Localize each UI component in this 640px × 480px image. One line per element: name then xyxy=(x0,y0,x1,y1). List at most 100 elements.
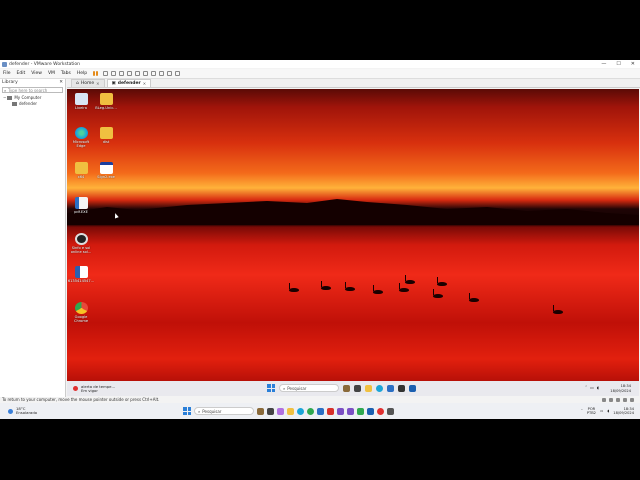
task-view-icon[interactable] xyxy=(354,384,361,392)
network-icon[interactable]: ▭ xyxy=(600,409,603,414)
desktop-icon-app[interactable]: Sinfo e sol online sol... xyxy=(70,233,92,254)
host-start-button[interactable] xyxy=(183,407,191,415)
weather-line-2: Em vigor xyxy=(81,387,98,393)
desktop-icon-bleg-folder[interactable]: BLeg-Unic... xyxy=(95,93,117,110)
revert-snapshot-icon[interactable] xyxy=(119,71,125,76)
close-tab-icon[interactable]: ✕ xyxy=(143,81,146,86)
desktop-icon-edge[interactable]: Microsoft Edge xyxy=(70,127,92,148)
vs-icon[interactable] xyxy=(347,407,354,415)
vm-tree: − My Computer defender xyxy=(0,95,65,107)
desktop-icon-sign2[interactable]: Sign2.exe xyxy=(95,162,117,179)
send-keys-icon[interactable] xyxy=(103,71,109,76)
minimize-button[interactable]: — xyxy=(601,61,606,67)
chrome-taskbar-icon[interactable] xyxy=(307,407,314,415)
terminal-icon[interactable] xyxy=(398,384,405,392)
library-search-placeholder: Type here to search xyxy=(8,88,48,93)
search-icon: ⌕ xyxy=(4,88,7,93)
widgets-icon[interactable] xyxy=(343,384,350,392)
menu-edit[interactable]: Edit xyxy=(17,71,26,76)
widgets-icon[interactable] xyxy=(257,407,264,415)
usb-status-icon[interactable] xyxy=(616,398,620,402)
hdd-status-icon[interactable] xyxy=(602,398,606,402)
menu-help[interactable]: Help xyxy=(77,71,87,76)
console-view-icon[interactable] xyxy=(151,71,157,76)
edge-icon xyxy=(74,127,88,139)
network-status-icon[interactable] xyxy=(609,398,613,402)
desktop-icon-word-doc[interactable]: 6135414547... xyxy=(67,266,95,283)
tab-label: defender xyxy=(117,80,141,86)
vmware-taskbar-icon[interactable] xyxy=(367,407,374,415)
start-button[interactable] xyxy=(267,384,275,392)
chevron-up-icon[interactable]: ˄ xyxy=(581,409,583,414)
desktop-icon-chrome[interactable]: Google Chrome xyxy=(70,302,92,323)
host-taskbar-search[interactable]: ⌕ Pesquisar xyxy=(194,407,254,415)
menu-bar: File Edit View VM Tabs Help xyxy=(0,69,640,79)
menu-file[interactable]: File xyxy=(3,71,11,76)
task-view-icon[interactable] xyxy=(267,407,274,415)
menu-tabs[interactable]: Tabs xyxy=(61,71,71,76)
volume-icon[interactable]: ◖ xyxy=(607,409,609,414)
desktop-icon-label: Google Chrome xyxy=(73,315,89,323)
store-icon[interactable] xyxy=(387,384,394,392)
expand-icon[interactable]: − xyxy=(3,95,6,101)
desktop-icon-pdf-exe[interactable]: pdf.EXE xyxy=(70,197,92,214)
pause-icon[interactable] xyxy=(93,71,96,76)
teams-icon[interactable] xyxy=(337,407,344,415)
tree-node-defender[interactable]: defender xyxy=(3,101,65,107)
guest-clock[interactable]: 18:34 18/09/2024 xyxy=(610,384,639,393)
goose-silhouette xyxy=(345,282,355,291)
copilot-icon[interactable] xyxy=(277,407,284,415)
file-explorer-icon[interactable] xyxy=(287,407,294,415)
menu-vm[interactable]: VM xyxy=(48,71,55,76)
sound-status-icon[interactable] xyxy=(623,398,627,402)
guest-weather-widget[interactable]: alerta de tempe... Em vigor xyxy=(67,384,127,393)
title-bar: defender - VMware Workstation — ☐ ✕ xyxy=(0,60,640,68)
desktop-icon-x64[interactable]: x64 xyxy=(70,162,92,179)
host-weather-widget[interactable]: 18°C Ensolarado xyxy=(0,406,38,416)
fullscreen-icon[interactable] xyxy=(159,71,165,76)
chevron-up-icon[interactable]: ˄ xyxy=(585,385,587,390)
mail-icon[interactable] xyxy=(409,384,416,392)
app-taskbar-icon-2[interactable] xyxy=(387,407,394,415)
excel-icon[interactable] xyxy=(357,407,364,415)
unity-icon[interactable] xyxy=(167,71,173,76)
desktop-icon-recycle-bin[interactable]: Lixeira xyxy=(70,93,92,110)
network-icon[interactable]: ▭ xyxy=(590,385,594,390)
stretch-guest-icon[interactable] xyxy=(175,71,181,76)
computer-icon xyxy=(7,96,13,100)
brave-icon[interactable] xyxy=(327,407,334,415)
goose-silhouette xyxy=(433,289,443,298)
library-toggle-icon[interactable] xyxy=(135,71,141,76)
desktop-icon-dist[interactable]: dist xyxy=(95,127,117,144)
volume-icon[interactable]: ◖ xyxy=(597,385,599,390)
close-tab-icon[interactable]: ✕ xyxy=(96,81,99,86)
edge-taskbar-icon[interactable] xyxy=(297,407,304,415)
snapshot-icon[interactable] xyxy=(111,71,117,76)
guest-desktop[interactable]: Lixeira Microsoft Edge x64 pdf.EXE Sinfo… xyxy=(67,89,639,389)
host-date: 18/09/2024 xyxy=(613,411,634,415)
app-taskbar-icon[interactable] xyxy=(377,407,384,415)
edge-taskbar-icon[interactable] xyxy=(376,384,383,392)
tab-defender[interactable]: ▣ defender ✕ xyxy=(106,78,152,88)
library-close-icon[interactable]: ✕ xyxy=(59,80,63,85)
display-status-icon[interactable] xyxy=(630,398,634,402)
goose-silhouette xyxy=(399,283,409,292)
tab-bar: ⌂ Home ✕ ▣ defender ✕ xyxy=(67,78,640,88)
file-explorer-icon[interactable] xyxy=(365,384,372,392)
guest-taskbar-search[interactable]: ⌕ Pesquisar xyxy=(279,384,339,392)
maximize-button[interactable]: ☐ xyxy=(616,61,620,67)
thumbnail-bar-icon[interactable] xyxy=(143,71,149,76)
tab-home[interactable]: ⌂ Home ✕ xyxy=(71,78,105,88)
weather-desc: Ensolarado xyxy=(16,410,38,415)
language-indicator[interactable]: POR PTB2 xyxy=(587,407,596,416)
store-icon[interactable] xyxy=(317,407,324,415)
host-clock[interactable]: 18:34 18/09/2024 xyxy=(613,407,634,416)
goose-silhouette xyxy=(321,281,331,290)
desktop-icon-label: Lixeira xyxy=(75,106,87,110)
menu-view[interactable]: View xyxy=(31,71,42,76)
library-search-input[interactable]: ⌕ Type here to search xyxy=(2,87,63,93)
snapshot-manager-icon[interactable] xyxy=(127,71,133,76)
desktop-icon-label: 6135414547... xyxy=(67,279,95,283)
close-button[interactable]: ✕ xyxy=(631,61,635,67)
search-icon: ⌕ xyxy=(198,408,201,414)
